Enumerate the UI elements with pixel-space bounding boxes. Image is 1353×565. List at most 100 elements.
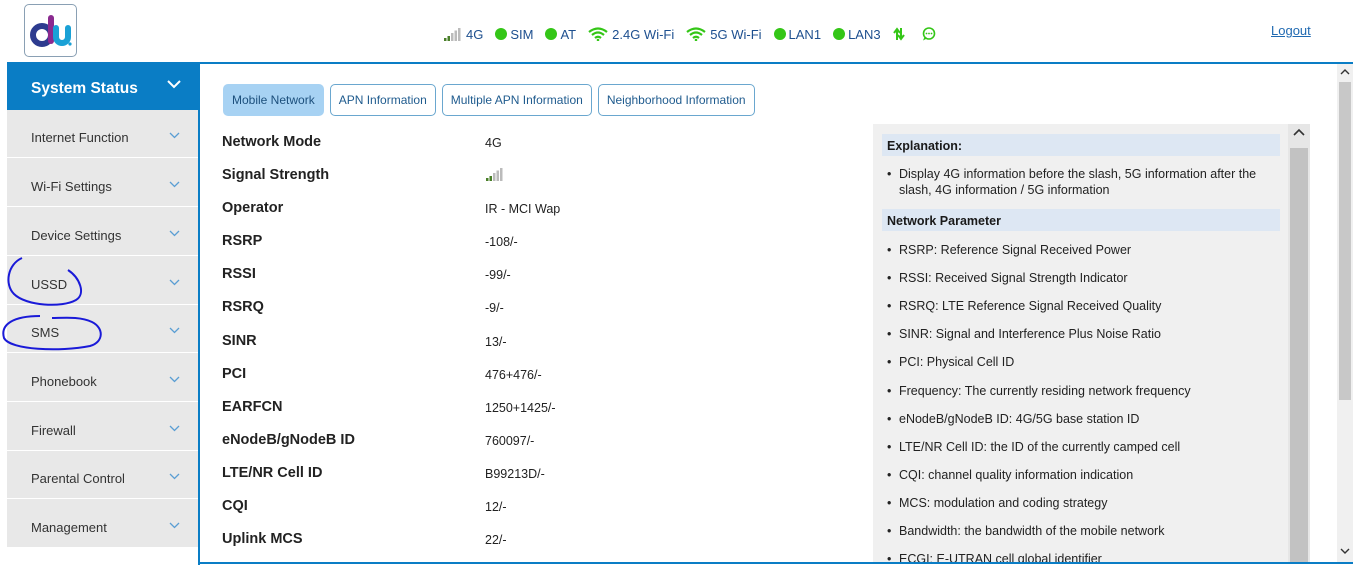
list-item: • PCI: Physical Cell ID	[887, 354, 1277, 370]
status-sim-label: SIM	[510, 26, 534, 42]
sidebar-item-sms[interactable]: SMS	[7, 305, 198, 353]
param-desc: SINR: Signal and Interference Plus Noise…	[899, 327, 1161, 341]
explanation-heading: Explanation:	[882, 134, 1280, 156]
status-message[interactable]	[921, 27, 941, 41]
list-item: • MCS: modulation and coding strategy	[887, 495, 1277, 511]
page-scrollbar[interactable]	[1337, 64, 1353, 562]
param-name: Uplink MCS	[222, 531, 303, 547]
chevron-down-icon	[169, 425, 180, 432]
table-row: PCI 476+476/-	[218, 357, 869, 390]
param-value: IR - MCI Wap	[485, 202, 561, 216]
chevron-down-icon	[169, 376, 180, 383]
table-row: Operator IR - MCI Wap	[218, 191, 869, 224]
bullet: •	[887, 524, 892, 538]
status-lan3: LAN3	[833, 27, 881, 42]
bullet: •	[887, 355, 892, 369]
list-item: • eNodeB/gNodeB ID: 4G/5G base station ID	[887, 411, 1277, 427]
list-item: • CQI: channel quality information indica…	[887, 467, 1277, 483]
chevron-down-icon[interactable]	[1340, 548, 1350, 555]
list-item: • SINR: Signal and Interference Plus Nois…	[887, 326, 1277, 342]
bullet: •	[887, 327, 892, 341]
status-wifi-24-label: 2.4G Wi-Fi	[612, 26, 675, 42]
sidebar-title: System Status	[31, 80, 138, 97]
mobile-network-table: Network Mode 4G Signal Strength Operator…	[218, 124, 869, 562]
status-lan3-label: LAN3	[848, 26, 881, 42]
param-name: RSRP	[222, 233, 263, 249]
chevron-up-icon[interactable]	[1340, 68, 1350, 75]
sidebar-item-label: USSD	[31, 277, 68, 292]
chevron-down-icon	[169, 132, 180, 139]
logout-link[interactable]: Logout	[1271, 23, 1311, 38]
param-desc: eNodeB/gNodeB ID: 4G/5G base station ID	[899, 412, 1140, 426]
table-row: Network Mode 4G	[218, 125, 869, 158]
sidebar-item-internet-function[interactable]: Internet Function	[7, 110, 198, 158]
list-item: • ECGI: E-UTRAN cell global identifier	[887, 551, 1277, 562]
tab-apn-information[interactable]: APN Information	[329, 84, 436, 116]
status-at-label: AT	[560, 26, 577, 42]
green-dot-icon	[545, 28, 558, 40]
sidebar-item-label: Internet Function	[31, 130, 129, 145]
explanation-intro: Display 4G information before the slash,…	[899, 167, 1257, 197]
param-name: SINR	[222, 333, 257, 349]
param-desc: CQI: channel quality information indicat…	[899, 468, 1134, 482]
tab-neighborhood-information[interactable]: Neighborhood Information	[597, 84, 755, 116]
list-item: • LTE/NR Cell ID: the ID of the currently…	[887, 439, 1277, 455]
param-desc: MCS: modulation and coding strategy	[899, 496, 1108, 510]
sidebar-item-wifi-settings[interactable]: Wi-Fi Settings	[7, 159, 198, 207]
main-panel-border	[198, 562, 1353, 564]
main-panel-border	[198, 62, 200, 565]
param-value: -99/-	[485, 268, 511, 282]
tab-multiple-apn-information[interactable]: Multiple APN Information	[441, 84, 592, 116]
chevron-down-icon	[169, 522, 180, 529]
param-desc: PCI: Physical Cell ID	[899, 355, 1015, 369]
sidebar-item-phonebook[interactable]: Phonebook	[7, 354, 198, 402]
top-header: 4G SIM AT 2.4G Wi-Fi 5G Wi-Fi LAN1 LAN3 …	[0, 0, 1353, 62]
param-name: eNodeB/gNodeB ID	[222, 432, 355, 448]
status-bar: 4G SIM AT 2.4G Wi-Fi 5G Wi-Fi LAN1 LAN3	[444, 24, 953, 44]
sidebar-item-label: SMS	[31, 325, 60, 340]
bullet: •	[887, 468, 892, 482]
status-wifi-5: 5G Wi-Fi	[686, 26, 762, 42]
signal-strength-icon	[486, 168, 503, 181]
table-row: EARFCN 1250+1425/-	[218, 390, 869, 423]
scrollbar-thumb[interactable]	[1339, 82, 1351, 400]
param-value: 4G	[485, 136, 502, 150]
sidebar-item-system-status[interactable]: System Status	[7, 62, 198, 110]
param-value: 760097/-	[485, 434, 535, 448]
bullet: •	[887, 496, 892, 510]
chevron-down-icon	[169, 327, 180, 334]
param-name: RSRQ	[222, 299, 264, 315]
param-name: Operator	[222, 200, 284, 216]
chevron-down-icon	[169, 473, 180, 480]
sidebar-item-parental-control[interactable]: Parental Control	[7, 451, 198, 499]
du-logo[interactable]	[24, 4, 77, 57]
status-wifi-5-label: 5G Wi-Fi	[710, 26, 762, 42]
table-row: eNodeB/gNodeB ID 760097/-	[218, 423, 869, 456]
green-dot-icon	[495, 28, 508, 40]
sidebar-item-management[interactable]: Management	[7, 500, 198, 548]
wifi-icon	[686, 27, 706, 41]
chevron-down-icon	[169, 279, 180, 286]
table-row: RSRQ -9/-	[218, 290, 869, 323]
bullet: •	[887, 299, 892, 313]
bullet: •	[887, 243, 892, 257]
param-desc: Bandwidth: the bandwidth of the mobile n…	[899, 524, 1165, 538]
sidebar-item-ussd[interactable]: USSD	[7, 257, 198, 305]
tab-mobile-network[interactable]: Mobile Network	[223, 84, 324, 116]
param-name: LTE/NR Cell ID	[222, 465, 323, 481]
explanation-scrollbar[interactable]	[1288, 124, 1310, 562]
param-name: Network Mode	[222, 134, 322, 150]
table-row: LTE/NR Cell ID B99213D/-	[218, 456, 869, 489]
param-name: PCI	[222, 366, 247, 382]
sidebar-item-label: Management	[31, 520, 107, 535]
status-4g-label: 4G	[466, 26, 484, 42]
sidebar-item-firewall[interactable]: Firewall	[7, 403, 198, 451]
table-row: RSSI -99/-	[218, 257, 869, 290]
data-transfer-icon	[892, 27, 905, 41]
chevron-up-icon[interactable]	[1293, 128, 1305, 136]
network-parameter-heading: Network Parameter	[882, 209, 1280, 231]
scrollbar-thumb[interactable]	[1290, 148, 1308, 562]
sidebar-item-device-settings[interactable]: Device Settings	[7, 208, 198, 256]
param-desc: Frequency: The currently residing networ…	[899, 384, 1191, 398]
table-row: CQI 12/-	[218, 489, 869, 522]
